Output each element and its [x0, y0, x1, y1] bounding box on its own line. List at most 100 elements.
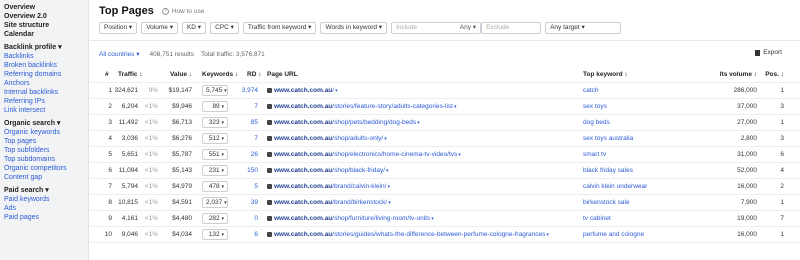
countries-dropdown[interactable]: All countries ▾ [99, 50, 139, 58]
sidebar-item[interactable]: Anchors [0, 79, 88, 88]
rd-link[interactable]: 6 [238, 227, 258, 243]
traffic-share: <1% [144, 215, 158, 222]
sidebar-item[interactable]: Overview [0, 3, 88, 12]
top-keyword-link[interactable]: dog beds [583, 115, 708, 131]
rd-link[interactable]: 7 [238, 99, 258, 115]
page-url-link[interactable]: www.catch.com.au/stories/guides/whats-th… [267, 227, 577, 243]
col-top-keyword[interactable]: Top keyword ↕ [583, 67, 628, 83]
col-its-volume[interactable]: Its volume ↕ [710, 67, 757, 83]
sidebar-item[interactable]: Internal backlinks [0, 88, 88, 97]
include-any-dropdown[interactable]: Any ▾ [460, 23, 476, 33]
top-keyword-link[interactable]: calvin klein underwear [583, 179, 708, 195]
top-keyword-link[interactable]: perfume and cologne [583, 227, 708, 243]
top-keyword-link[interactable]: sex toys [583, 99, 708, 115]
keywords-dropdown[interactable]: 478 ▾ [202, 179, 228, 195]
cpc-filter[interactable]: CPC ▾ [210, 22, 239, 34]
sidebar-item[interactable]: Referring IPs [0, 97, 88, 106]
page-url-link[interactable]: www.catch.com.au/shop/adults-only/▾ [267, 131, 577, 147]
exclude-input[interactable]: Exclude [481, 22, 542, 34]
rd-link[interactable]: 39 [238, 195, 258, 211]
include-input[interactable]: Include Any ▾ [391, 22, 482, 34]
rd-link[interactable]: 26 [238, 147, 258, 163]
top-keyword-link[interactable]: catch [583, 83, 708, 99]
export-button[interactable]: Export [755, 49, 782, 56]
page-title: Top Pages [99, 5, 154, 17]
keywords-dropdown[interactable]: 2,037 ▾ [202, 195, 228, 211]
dropdown-caret-icon: ▾ [221, 136, 224, 142]
volume-filter[interactable]: Volume ▾ [141, 22, 178, 34]
any-target-dropdown[interactable]: Any target ▾ [545, 22, 622, 34]
sidebar-item[interactable]: Organic search ▾ [0, 119, 88, 128]
traffic-value: 4,161 [121, 215, 138, 222]
col-rd[interactable]: RD ↕ [247, 67, 261, 83]
page-url-link[interactable]: www.catch.com.au/shop/pets/bedding/dog-b… [267, 115, 577, 131]
page-url-link[interactable]: www.catch.com.au/brand/calvin-klein/▾ [267, 179, 577, 195]
col-traffic[interactable]: Traffic ↕ [118, 67, 143, 83]
page-url-link[interactable]: www.catch.com.au/▾ [267, 83, 577, 99]
page-url-link[interactable]: www.catch.com.au/shop/black-friday/▾ [267, 163, 577, 179]
top-keyword-link[interactable]: black friday sales [583, 163, 708, 179]
keywords-dropdown[interactable]: 89 ▾ [202, 99, 228, 115]
chevron-down-icon[interactable]: ▾ [335, 88, 338, 94]
keywords-dropdown[interactable]: 282 ▾ [202, 211, 228, 227]
chevron-down-icon[interactable]: ▾ [546, 232, 549, 238]
sidebar-item[interactable]: Referring domains [0, 70, 88, 79]
how-to-use-link[interactable]: ? How to use [161, 7, 204, 15]
top-keyword-link[interactable]: sex toys australia [583, 131, 708, 147]
sidebar-item[interactable]: Top pages [0, 137, 88, 146]
kd-filter[interactable]: KD ▾ [181, 22, 207, 34]
url-path: /brand/calvin-klein/ [332, 183, 387, 190]
page-url-link[interactable]: www.catch.com.au/brand/birkenstock/▾ [267, 195, 577, 211]
top-keyword-link[interactable]: tv cabinet [583, 211, 708, 227]
top-keyword-link[interactable]: smart tv [583, 147, 708, 163]
value-amount: $4,591 [172, 199, 192, 206]
keywords-dropdown[interactable]: 231 ▾ [202, 163, 228, 179]
chevron-down-icon[interactable]: ▾ [454, 104, 457, 110]
sidebar-item[interactable]: Top subfolders [0, 146, 88, 155]
sidebar-item[interactable]: Site structure [0, 21, 88, 30]
sidebar-item[interactable]: Paid search ▾ [0, 186, 88, 195]
sidebar-item[interactable]: Link intersect [0, 106, 88, 115]
col-value[interactable]: Value ↓ [162, 67, 192, 83]
page-url-link[interactable]: www.catch.com.au/shop/electronics/home-c… [267, 147, 577, 163]
traffic-value: 5,794 [121, 183, 138, 190]
page-url-link[interactable]: www.catch.com.au/stories/feature-story/a… [267, 99, 577, 115]
sidebar-item[interactable]: Top subdomains [0, 155, 88, 164]
traffic-from-keyword-filter[interactable]: Traffic from keyword ▾ [242, 22, 317, 34]
chevron-down-icon[interactable]: ▾ [387, 184, 390, 190]
rd-link[interactable]: 7 [238, 131, 258, 147]
chevron-down-icon[interactable]: ▾ [388, 200, 391, 206]
keywords-dropdown[interactable]: 132 ▾ [202, 227, 228, 243]
chevron-down-icon[interactable]: ▾ [386, 168, 389, 174]
sidebar-item[interactable]: Broken backlinks [0, 61, 88, 70]
keywords-dropdown[interactable]: 512 ▾ [202, 131, 228, 147]
sidebar-item[interactable]: Content gap [0, 173, 88, 182]
sidebar-item[interactable]: Calendar [0, 30, 88, 39]
chevron-down-icon[interactable]: ▾ [417, 120, 420, 126]
chevron-down-icon[interactable]: ▾ [431, 216, 434, 222]
rd-link[interactable]: 5 [238, 179, 258, 195]
sidebar-item[interactable]: Organic keywords [0, 128, 88, 137]
position-filter[interactable]: Position ▾ [99, 22, 138, 34]
rd-link[interactable]: 85 [238, 115, 258, 131]
sidebar-item[interactable]: Paid keywords [0, 195, 88, 204]
keywords-dropdown[interactable]: 323 ▾ [202, 115, 228, 131]
col-pos[interactable]: Pos. ↕ [762, 67, 784, 83]
sidebar-item[interactable]: Backlink profile ▾ [0, 43, 88, 52]
words-in-keyword-filter[interactable]: Words in keyword ▾ [320, 22, 388, 34]
top-keyword-link[interactable]: birkenstock sale [583, 195, 708, 211]
rd-link[interactable]: 3,974 [238, 83, 258, 99]
keywords-dropdown[interactable]: 5,745 ▾ [202, 83, 228, 99]
chevron-down-icon[interactable]: ▾ [384, 136, 387, 142]
sidebar-item[interactable]: Backlinks [0, 52, 88, 61]
keywords-dropdown[interactable]: 551 ▾ [202, 147, 228, 163]
sidebar-item[interactable]: Overview 2.0 [0, 12, 88, 21]
rd-link[interactable]: 150 [238, 163, 258, 179]
chevron-down-icon[interactable]: ▾ [458, 152, 461, 158]
sidebar-item[interactable]: Organic competitors [0, 164, 88, 173]
col-keywords[interactable]: Keywords ↕ [202, 67, 238, 83]
sidebar-item[interactable]: Paid pages [0, 213, 88, 222]
rd-link[interactable]: 0 [238, 211, 258, 227]
page-url-link[interactable]: www.catch.com.au/shop/furniture/living-r… [267, 211, 577, 227]
sidebar-item[interactable]: Ads [0, 204, 88, 213]
